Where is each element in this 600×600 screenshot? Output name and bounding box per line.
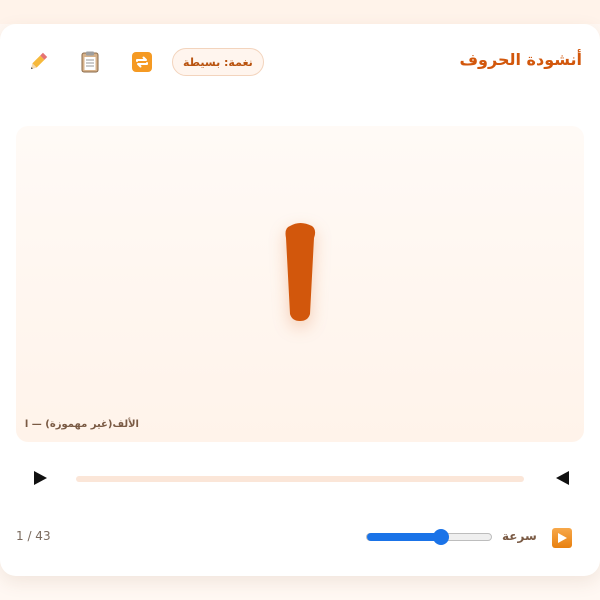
repeat-button[interactable] xyxy=(130,50,154,74)
previous-button[interactable] xyxy=(553,470,573,486)
play-icon xyxy=(558,533,567,543)
repeat-icon xyxy=(132,52,152,72)
pencil-icon xyxy=(30,52,48,70)
speed-play-button[interactable] xyxy=(552,528,572,548)
page-title: أنشودة الحروف xyxy=(459,50,582,69)
speed-slider-fill xyxy=(367,533,442,541)
letter-counter: 1 / 43 xyxy=(16,529,51,543)
top-strip xyxy=(0,0,600,24)
progress-bar[interactable] xyxy=(76,476,524,482)
tune-badge[interactable]: نغمة: بسيطة xyxy=(172,48,264,76)
letter-caption: الألف(غير مهموزة) — ا xyxy=(24,419,139,430)
play-icon xyxy=(34,471,47,485)
previous-icon xyxy=(556,471,569,485)
speed-label: سرعة xyxy=(502,529,537,543)
edit-button[interactable] xyxy=(26,50,50,74)
big-letter xyxy=(285,223,316,321)
tune-label: نغمة: بسيطة xyxy=(183,55,253,69)
letter-stage: الألف(غير مهموزة) — ا xyxy=(16,126,584,442)
player-card: أنشودة الحروف نغمة: بسيطة الألف(غير مهمو… xyxy=(0,24,600,576)
speed-slider-thumb[interactable] xyxy=(433,529,450,545)
clipboard-icon xyxy=(81,51,99,73)
speed-slider[interactable] xyxy=(366,529,492,545)
play-button[interactable] xyxy=(30,470,50,486)
clipboard-button[interactable] xyxy=(78,50,102,74)
